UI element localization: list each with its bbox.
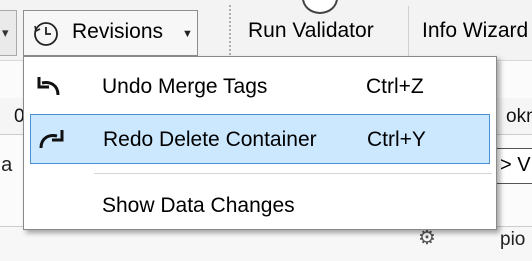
toolbar-dropdown-stub[interactable]: ▾ xyxy=(0,10,17,56)
menu-item-show-data-changes[interactable]: Show Data Changes xyxy=(30,181,490,231)
menu-item-label: Undo Merge Tags xyxy=(102,75,268,98)
menu-item-shortcut: Ctrl+Y xyxy=(367,128,426,151)
undo-icon xyxy=(37,77,60,96)
content-row: ⚙ pio xyxy=(0,226,532,261)
revisions-button[interactable]: Revisions ▼ xyxy=(23,10,198,56)
menu-item-undo[interactable]: Undo Merge Tags Ctrl+Z xyxy=(30,62,490,112)
row-text: ga xyxy=(0,154,13,176)
expand-field[interactable]: > V xyxy=(494,148,532,184)
validator-icon xyxy=(302,0,338,14)
toolbar: ▾ Revisions ▼ Run Validator Info Wizard xyxy=(0,0,532,61)
toolbar-grip xyxy=(228,4,232,56)
caret-down-icon: ▾ xyxy=(2,25,9,40)
menu-item-label: Show Data Changes xyxy=(102,194,295,217)
redo-icon xyxy=(39,130,64,149)
menu-item-redo[interactable]: Redo Delete Container Ctrl+Y xyxy=(30,114,490,164)
caret-down-icon: ▼ xyxy=(182,28,193,40)
history-clock-icon xyxy=(34,22,58,46)
info-wizard-button[interactable]: Info Wizard xyxy=(422,19,528,43)
run-validator-button[interactable]: Run Validator xyxy=(248,19,374,43)
revisions-label: Revisions xyxy=(72,20,164,43)
menu-item-label: Redo Delete Container xyxy=(103,128,317,151)
toolbar-separator xyxy=(408,6,409,56)
menu-item-shortcut: Ctrl+Z xyxy=(366,75,424,98)
column-header: okm xyxy=(506,106,532,127)
menu-separator xyxy=(94,173,492,174)
revisions-menu: Undo Merge Tags Ctrl+Z Redo Delete Conta… xyxy=(23,56,497,230)
field-text: > V xyxy=(500,154,531,176)
row-text: pio xyxy=(500,229,526,250)
